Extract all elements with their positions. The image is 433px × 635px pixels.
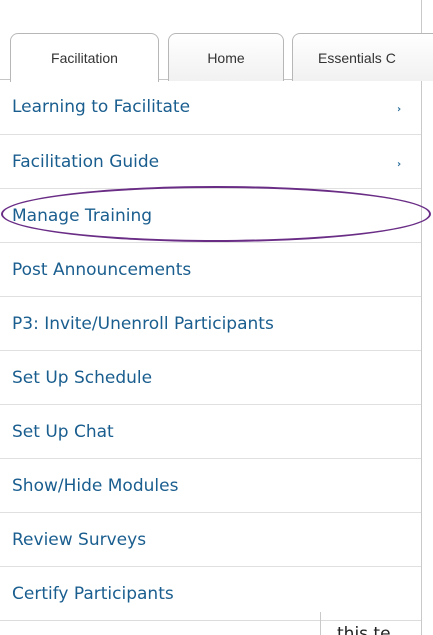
menu-item-label: Review Surveys	[12, 529, 147, 550]
menu-item-facilitation-guide[interactable]: Facilitation Guide ›	[0, 134, 421, 188]
tab-home[interactable]: Home	[168, 33, 284, 81]
tab-essentials[interactable]: Essentials C	[292, 33, 433, 81]
tab-bar: Facilitation Home Essentials C	[0, 0, 433, 82]
menu-item-label: Set Up Schedule	[12, 367, 153, 388]
menu-item-post-announcements[interactable]: Post Announcements	[0, 242, 421, 296]
menu-item-set-up-schedule[interactable]: Set Up Schedule	[0, 350, 421, 404]
menu-item-manage-training[interactable]: Manage Training	[0, 188, 421, 242]
menu-item-label: Show/Hide Modules	[12, 475, 179, 496]
menu-item-label: P3: Invite/Unenroll Participants	[12, 313, 274, 334]
menu-item-label: Manage Training	[12, 205, 153, 226]
menu-item-learning-to-facilitate[interactable]: Learning to Facilitate ›	[0, 80, 421, 134]
menu-item-label: Post Announcements	[12, 259, 192, 280]
menu-item-set-up-chat[interactable]: Set Up Chat	[0, 404, 421, 458]
chevron-right-icon: ›	[397, 104, 402, 115]
menu-item-label: Learning to Facilitate	[12, 97, 191, 117]
tab-facilitation[interactable]: Facilitation	[10, 33, 159, 82]
page-border	[421, 0, 422, 635]
menu-item-show-hide-modules[interactable]: Show/Hide Modules	[0, 458, 421, 512]
page-content-fragment: this te	[320, 612, 433, 635]
background-text: this te	[337, 624, 391, 635]
facilitation-menu: Learning to Facilitate › Facilitation Gu…	[0, 80, 421, 621]
menu-item-label: Certify Participants	[12, 583, 174, 604]
menu-item-review-surveys[interactable]: Review Surveys	[0, 512, 421, 566]
chevron-right-icon: ›	[397, 159, 402, 170]
menu-item-invite-unenroll-participants[interactable]: P3: Invite/Unenroll Participants	[0, 296, 421, 350]
menu-item-label: Set Up Chat	[12, 421, 114, 442]
menu-item-label: Facilitation Guide	[12, 151, 160, 172]
